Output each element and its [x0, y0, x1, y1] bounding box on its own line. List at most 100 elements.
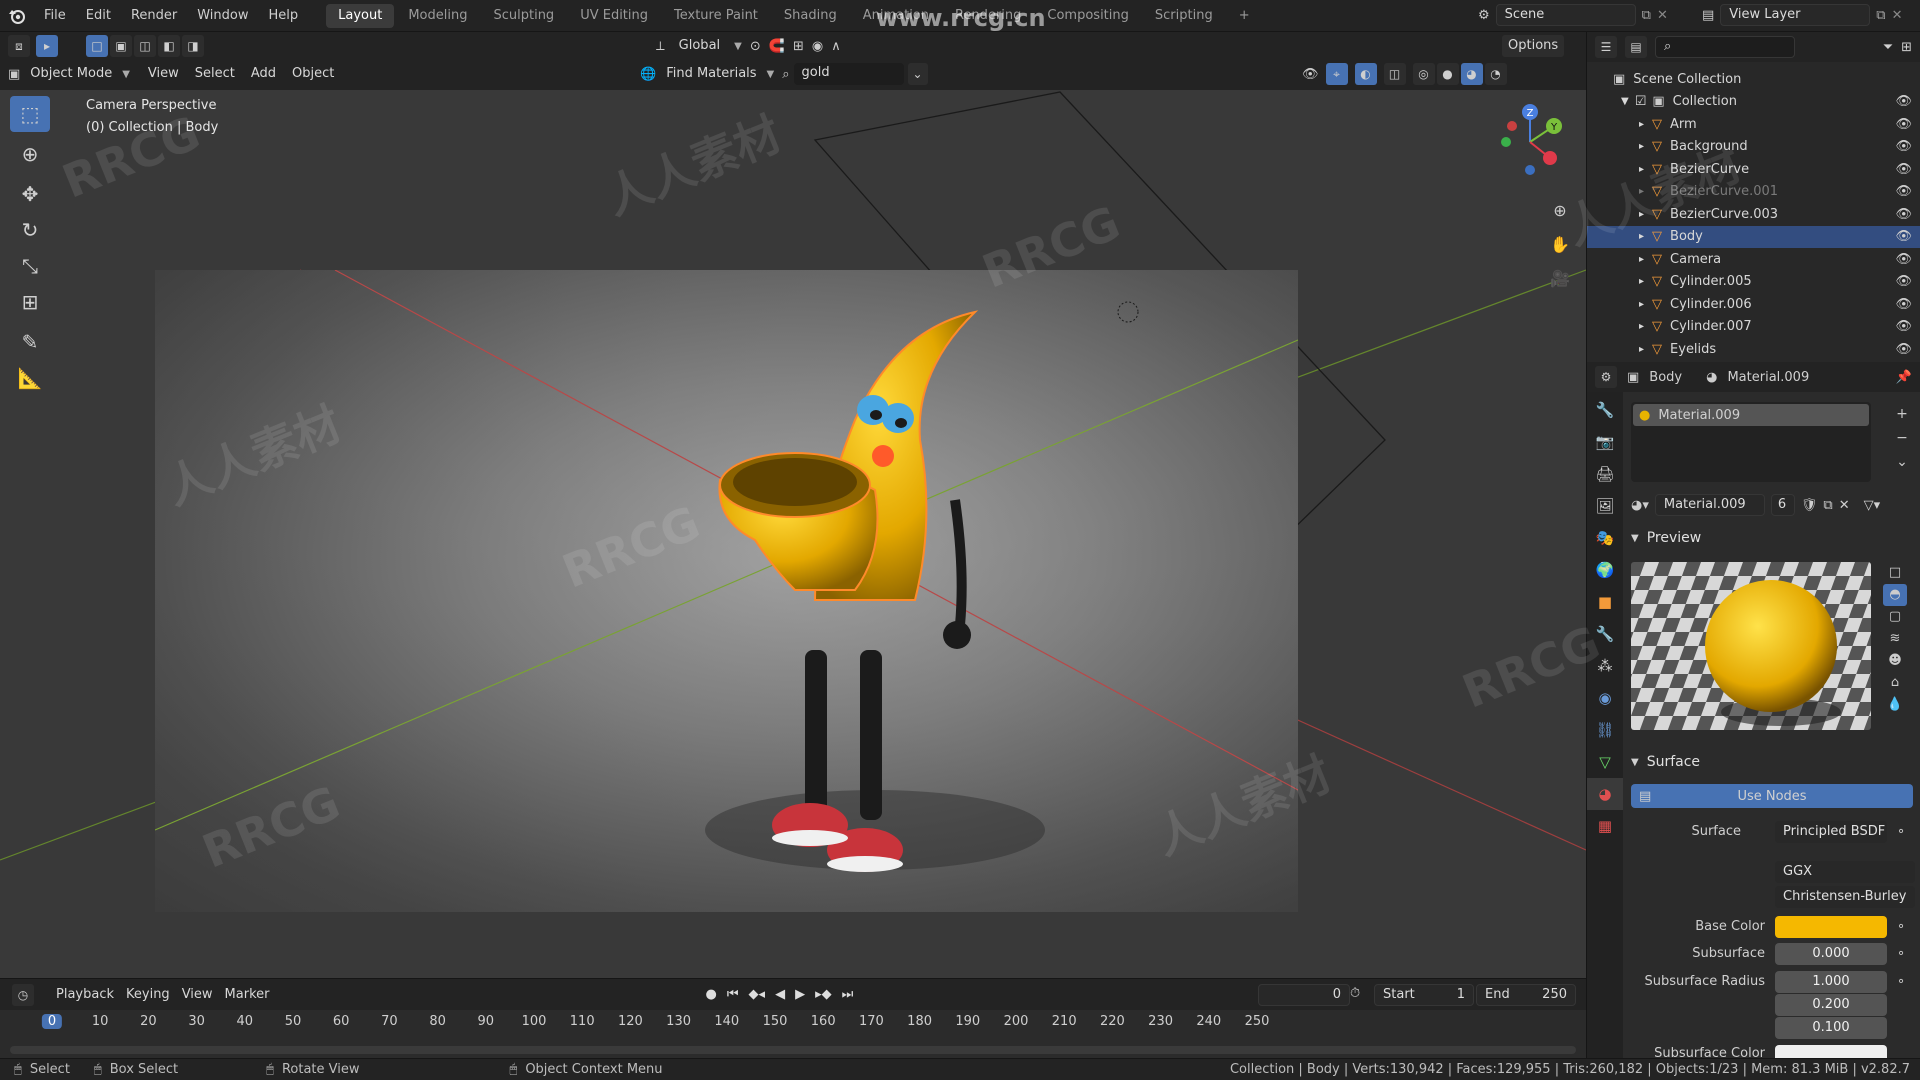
- hair-preview-icon[interactable]: ≋: [1883, 628, 1907, 650]
- chevron-down-icon[interactable]: ⌄: [907, 63, 928, 85]
- menu-help[interactable]: Help: [259, 0, 309, 32]
- close-icon[interactable]: ✕: [1892, 8, 1903, 23]
- output-tab-icon[interactable]: 🖨: [1587, 458, 1623, 490]
- measure-tool-icon[interactable]: 📐: [10, 360, 50, 396]
- subsurface-radius-z[interactable]: 0.100: [1775, 1017, 1887, 1039]
- expand-arrow-icon[interactable]: ▸: [1639, 254, 1644, 265]
- frame-ruler[interactable]: 0 10 20 30 40 50 60 70 80 90 100 110 120 130 140 150 160…: [0, 1010, 1586, 1032]
- outliner-item[interactable]: ▸ ▽ Eyelids 👁: [1587, 338, 1920, 361]
- options-dropdown[interactable]: Options: [1502, 35, 1565, 57]
- annotate-tool-icon[interactable]: ✎: [10, 324, 50, 360]
- navigation-gizmo[interactable]: Z Y: [1488, 100, 1568, 180]
- add-workspace-button[interactable]: +: [1227, 4, 1262, 28]
- transform-tool-icon[interactable]: ⊞: [10, 284, 50, 320]
- timeline-scrollbar[interactable]: [10, 1046, 1576, 1054]
- eye-icon[interactable]: 👁: [1895, 207, 1912, 222]
- expand-arrow-icon[interactable]: ▸: [1639, 231, 1644, 242]
- tab-texture-paint[interactable]: Texture Paint: [662, 4, 770, 28]
- difference-selection-icon[interactable]: ◧: [158, 35, 180, 57]
- menu-file[interactable]: File: [34, 0, 76, 32]
- eye-icon[interactable]: 👁: [1895, 117, 1912, 132]
- gizmo-icon[interactable]: ⌖: [1325, 63, 1348, 85]
- chevron-down-icon[interactable]: ▼: [734, 41, 742, 52]
- expand-arrow-icon[interactable]: ▸: [1639, 164, 1644, 175]
- socket-dot-icon[interactable]: ∘: [1897, 824, 1905, 839]
- base-color-swatch[interactable]: [1775, 916, 1887, 938]
- expand-arrow-icon[interactable]: ▸: [1639, 344, 1644, 355]
- solid-shading-icon[interactable]: ●: [1436, 63, 1459, 85]
- proportional-edit-icon[interactable]: ◉: [812, 39, 823, 54]
- tab-modeling[interactable]: Modeling: [396, 4, 479, 28]
- material-tab-icon[interactable]: ◕: [1587, 778, 1623, 810]
- orientation-dropdown[interactable]: Global: [673, 35, 726, 57]
- find-materials-button[interactable]: Find Materials: [660, 63, 762, 85]
- zoom-icon[interactable]: ⊕: [1548, 194, 1572, 228]
- physics-tab-icon[interactable]: ◉: [1587, 682, 1623, 714]
- intersect-selection-icon[interactable]: ◨: [182, 35, 204, 57]
- menu-add[interactable]: Add: [245, 63, 282, 85]
- rendered-shading-icon[interactable]: ◔: [1484, 63, 1507, 85]
- tab-compositing[interactable]: Compositing: [1035, 4, 1141, 28]
- subsurface-method-dropdown[interactable]: Christensen-Burley: [1775, 886, 1915, 908]
- cursor-tool-icon[interactable]: ⊕: [10, 136, 50, 172]
- tab-shading[interactable]: Shading: [772, 4, 849, 28]
- menu-view[interactable]: View: [142, 63, 185, 85]
- data-tab-icon[interactable]: ▽: [1587, 746, 1623, 778]
- eye-icon[interactable]: 👁: [1895, 319, 1912, 334]
- play-reverse-icon[interactable]: ◀: [775, 987, 785, 1002]
- material-name-field[interactable]: Material.009: [1654, 494, 1765, 516]
- prev-keyframe-icon[interactable]: ◆◂: [749, 987, 766, 1002]
- menu-window[interactable]: Window: [187, 0, 258, 32]
- subsurface-radius-x[interactable]: 1.000: [1775, 971, 1887, 993]
- cube-preview-icon[interactable]: ▢: [1883, 606, 1907, 628]
- tool-tab-icon[interactable]: 🔧: [1587, 394, 1623, 426]
- menu-timeline-view[interactable]: View: [176, 984, 219, 1006]
- unlink-icon[interactable]: ✕: [1839, 498, 1850, 513]
- new-collection-icon[interactable]: ⊞: [1901, 40, 1912, 55]
- snap-target-icon[interactable]: ⊞: [793, 39, 804, 54]
- blender-logo-icon[interactable]: [0, 0, 34, 32]
- add-slot-icon[interactable]: +: [1891, 402, 1913, 426]
- socket-dot-icon[interactable]: ∘: [1897, 974, 1905, 989]
- outliner-scene-collection[interactable]: ▣ Scene Collection: [1587, 68, 1920, 91]
- visibility-icon[interactable]: 👁: [1302, 67, 1319, 82]
- subsurface-field[interactable]: 0.000: [1775, 943, 1887, 965]
- outliner-item[interactable]: ▸ ▽ BezierCurve.003 👁: [1587, 203, 1920, 226]
- outliner-item[interactable]: ▸ ▽ Cylinder.007 👁: [1587, 316, 1920, 339]
- socket-dot-icon[interactable]: ∘: [1897, 946, 1905, 961]
- view-layer-selector[interactable]: ▤ View Layer ⧉ ✕: [1702, 4, 1903, 26]
- scene-selector[interactable]: ⚙ Scene ⧉ ✕: [1478, 4, 1668, 26]
- editor-type-icon[interactable]: ⧈: [8, 35, 30, 57]
- slot-menu-icon[interactable]: ⌄: [1891, 450, 1913, 474]
- extend-selection-icon[interactable]: ▣: [110, 35, 132, 57]
- timeline-editor-icon[interactable]: ◷: [12, 983, 34, 1006]
- outliner-item[interactable]: ▸ ▽ Cylinder.006 👁: [1587, 293, 1920, 316]
- checkbox-icon[interactable]: ☑: [1635, 94, 1647, 109]
- outliner-editor-icon[interactable]: ☰: [1595, 36, 1617, 58]
- scene-field[interactable]: Scene: [1495, 4, 1636, 26]
- menu-playback[interactable]: Playback: [50, 984, 120, 1006]
- scale-tool-icon[interactable]: ⤡: [10, 248, 50, 284]
- stopwatch-icon[interactable]: ⏱: [1350, 986, 1360, 1001]
- pan-hand-icon[interactable]: ✋: [1548, 228, 1572, 262]
- rotate-tool-icon[interactable]: ↻: [10, 212, 50, 248]
- material-slot-list[interactable]: ● Material.009: [1631, 402, 1871, 482]
- tab-layout[interactable]: Layout: [326, 3, 395, 28]
- expand-arrow-icon[interactable]: ▸: [1639, 141, 1644, 152]
- outliner-collection[interactable]: ▼ ☑ ▣ Collection 👁: [1587, 91, 1920, 114]
- copy-icon[interactable]: ⧉: [1876, 8, 1885, 23]
- user-count[interactable]: 6: [1770, 494, 1795, 516]
- menu-object[interactable]: Object: [286, 63, 340, 85]
- remove-slot-icon[interactable]: −: [1891, 426, 1913, 450]
- expand-arrow-icon[interactable]: ▼: [1621, 96, 1629, 107]
- eye-icon[interactable]: 👁: [1895, 94, 1912, 109]
- overlay-icon[interactable]: ◐: [1354, 63, 1377, 85]
- jump-end-icon[interactable]: ⏭: [842, 987, 854, 1002]
- next-keyframe-icon[interactable]: ▸◆: [815, 987, 832, 1002]
- cloth-preview-icon[interactable]: ⌂: [1883, 672, 1907, 694]
- outliner-item[interactable]: ▸ ▽ BezierCurve 👁: [1587, 158, 1920, 181]
- copy-icon[interactable]: ⧉: [1642, 8, 1651, 23]
- current-frame-field[interactable]: 0: [1258, 984, 1350, 1006]
- outliner-item[interactable]: ▸ ▽ Arm 👁: [1587, 113, 1920, 136]
- fake-user-icon[interactable]: 🛡: [1801, 498, 1818, 513]
